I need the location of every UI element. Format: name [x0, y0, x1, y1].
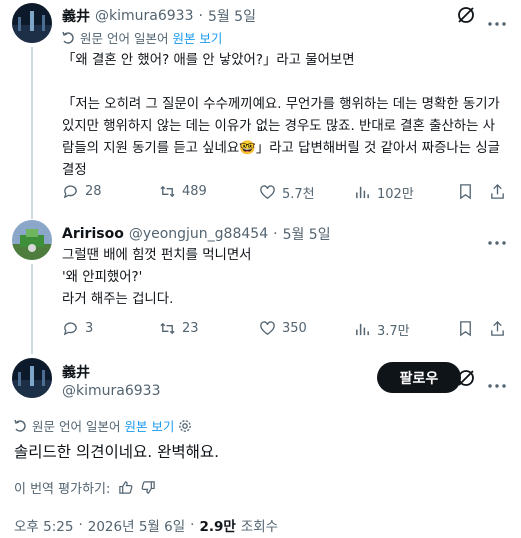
- author-name[interactable]: 義井: [62, 362, 90, 382]
- translation-note: 원문 언어 일본어: [80, 31, 169, 46]
- like-button[interactable]: 350: [259, 320, 307, 337]
- thumbs-up-icon[interactable]: [118, 480, 133, 495]
- like-button[interactable]: 5.7천: [259, 183, 315, 202]
- show-original-link[interactable]: 원본 보기: [124, 416, 174, 435]
- grok-icon[interactable]: [456, 368, 476, 388]
- tweet-date[interactable]: 2026년 5월 6일: [88, 515, 185, 535]
- heart-icon: [260, 185, 275, 199]
- views-button[interactable]: 3.7만: [354, 320, 410, 339]
- author-handle[interactable]: @yeongjun_g88454: [129, 226, 268, 242]
- grok-icon[interactable]: [456, 5, 476, 25]
- tweet-time[interactable]: 오후 5:25: [14, 515, 73, 535]
- bookmark-icon[interactable]: [457, 320, 474, 337]
- repost-icon: [160, 322, 175, 335]
- show-original-link[interactable]: 원본 보기: [172, 28, 222, 47]
- tweet-text: 그럴땐 배에 힘껏 펀치를 먹니면서 '왜 안피했어?' 라거 해주는 겁니다.: [62, 248, 252, 307]
- reply-button[interactable]: 3: [62, 320, 93, 337]
- gear-icon[interactable]: [178, 419, 192, 433]
- author-handle[interactable]: @kimura6933: [95, 8, 193, 24]
- repost-button[interactable]: 489: [159, 183, 207, 200]
- translation-note: 원문 언어 일본어: [32, 419, 121, 434]
- tweet-actions: 3 23 350 3.7만: [62, 320, 512, 340]
- bookmark-icon[interactable]: [457, 183, 474, 200]
- more-icon[interactable]: [487, 12, 507, 26]
- more-icon[interactable]: [487, 374, 507, 388]
- share-icon[interactable]: [489, 183, 506, 200]
- tweet-actions: 28 489 5.7천 102만: [62, 183, 512, 203]
- author-name[interactable]: Aririsoo: [62, 226, 124, 242]
- thumbs-down-icon[interactable]: [141, 480, 156, 495]
- thread-line: [31, 47, 33, 219]
- avatar[interactable]: [12, 220, 52, 260]
- rate-translation-label: 이 번역 평가하기:: [14, 482, 111, 497]
- avatar[interactable]: [12, 358, 52, 398]
- tweet-text: 솔리드한 의견이네요. 완벽해요.: [14, 443, 220, 461]
- share-icon[interactable]: [489, 320, 506, 337]
- reply-icon: [63, 185, 77, 199]
- repost-button[interactable]: 23: [159, 320, 199, 337]
- thread-line: [31, 264, 33, 354]
- follow-button[interactable]: 팔로우: [377, 362, 461, 393]
- translate-icon: [14, 419, 28, 433]
- views-icon: [356, 186, 369, 199]
- reply-button[interactable]: 28: [62, 183, 102, 200]
- reply-icon: [63, 322, 77, 336]
- repost-icon: [160, 185, 175, 198]
- tweet-date[interactable]: 5월 5일: [208, 6, 256, 26]
- views-button[interactable]: 102만: [354, 183, 414, 202]
- views-icon: [356, 323, 369, 336]
- tweet-text: 「왜 결혼 안 했어? 애를 안 낳았어?」라고 물어보면 「저는 오히려 그 …: [62, 53, 500, 178]
- author-handle[interactable]: @kimura6933: [62, 383, 160, 399]
- views-label: 조회수: [240, 519, 279, 535]
- avatar[interactable]: [12, 3, 52, 43]
- tweet-date[interactable]: 5월 5일: [283, 224, 331, 244]
- translate-icon: [62, 31, 76, 45]
- more-icon[interactable]: [487, 231, 507, 245]
- heart-icon: [260, 321, 275, 335]
- author-name[interactable]: 義井: [62, 6, 90, 26]
- views-count: 2.9만: [199, 519, 236, 535]
